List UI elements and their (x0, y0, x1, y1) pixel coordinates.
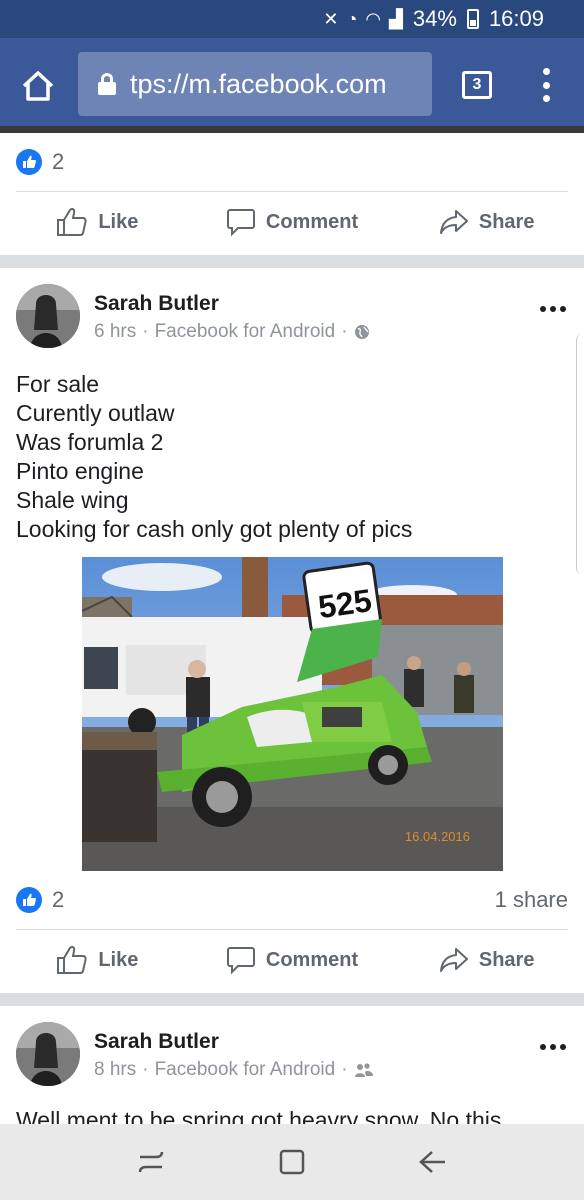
url-bar[interactable]: tps://m.facebook.com (78, 52, 432, 116)
menu-dot (542, 68, 550, 75)
comment-label: Comment (265, 210, 359, 233)
comment-button[interactable]: Comment (195, 930, 390, 990)
system-navigation-bar (0, 1124, 584, 1200)
like-label: Like (98, 948, 139, 971)
comment-icon (226, 209, 255, 237)
home-button[interactable] (18, 66, 58, 106)
share-icon (439, 948, 468, 972)
back-arrow-icon (419, 1151, 446, 1173)
like-label: Like (98, 210, 139, 233)
clock: 16:09 (488, 6, 544, 31)
share-count[interactable]: 1 share (495, 887, 568, 913)
avatar[interactable] (16, 284, 80, 348)
globe-icon (354, 325, 369, 339)
post-card: 2 Like Comment Share (0, 133, 584, 255)
car-number: 525 (316, 582, 374, 625)
home-nav-button[interactable] (272, 1142, 312, 1182)
like-count: 2 (52, 149, 65, 174)
more-dot (550, 306, 556, 312)
reaction-summary[interactable]: 2 (16, 887, 64, 913)
avatar[interactable] (16, 1022, 80, 1086)
share-label: Share (478, 210, 535, 233)
comment-button[interactable]: Comment (195, 192, 390, 252)
share-button[interactable]: Share (389, 192, 584, 252)
post-text: Well ment to be spring got heavry snow. … (16, 1107, 502, 1126)
post-author[interactable]: Sarah Butler (94, 292, 219, 316)
like-count: 2 (52, 887, 65, 912)
menu-dot (542, 81, 550, 89)
meta-separator: · (341, 1059, 348, 1080)
mute-icon: ✕ (323, 8, 339, 29)
like-reaction-icon (16, 887, 42, 913)
more-dot (550, 1044, 556, 1050)
post-options-button[interactable] (540, 1044, 566, 1050)
post-meta: 8 hrs · Facebook for Android · (94, 1059, 374, 1081)
post-time[interactable]: 6 hrs (94, 321, 136, 343)
previous-post-image-edge (0, 126, 584, 133)
alarm-icon: ◔ (346, 8, 358, 29)
wifi-icon: ◠ (365, 8, 382, 29)
post-source: Facebook for Android (154, 1059, 336, 1080)
meta-separator: · (142, 1059, 149, 1080)
home-square-icon (279, 1149, 305, 1175)
status-icons: ✕ ◔ ◠ ▟ (323, 9, 403, 30)
like-button[interactable]: Like (0, 192, 195, 252)
meta-separator: · (341, 321, 348, 342)
more-dot (560, 306, 566, 312)
back-button[interactable] (413, 1142, 453, 1182)
post-text: For sale Curently outlaw Was forumla 2 P… (16, 371, 413, 542)
meta-separator: · (142, 321, 149, 342)
status-bar: ✕ ◔ ◠ ▟ 34% 16:09 (0, 0, 584, 38)
share-icon (439, 210, 468, 234)
post-author[interactable]: Sarah Butler (94, 1030, 219, 1054)
post-source: Facebook for Android (154, 321, 336, 342)
post-card: Sarah Butler 6 hrs · Facebook for Androi… (0, 268, 584, 993)
recent-apps-icon (138, 1151, 163, 1173)
battery-percent: 34% (412, 6, 457, 31)
tab-switcher-button[interactable]: 3 (462, 71, 492, 99)
post-options-button[interactable] (540, 306, 566, 312)
browser-menu-button[interactable] (538, 68, 554, 102)
post-actions: Like Comment Share (0, 192, 584, 252)
lock-icon (98, 73, 116, 95)
battery-icon (466, 9, 479, 29)
browser-toolbar: tps://m.facebook.com 3 (0, 38, 584, 130)
recent-apps-button[interactable] (131, 1142, 171, 1182)
reaction-summary[interactable]: 2 (16, 149, 64, 175)
post-card: Sarah Butler 8 hrs · Facebook for Androi… (0, 1006, 584, 1126)
like-button[interactable]: Like (0, 930, 195, 990)
comment-icon (226, 947, 255, 975)
share-label: Share (478, 948, 535, 971)
post-actions: Like Comment Share (0, 930, 584, 990)
more-dot (560, 1044, 566, 1050)
thumbs-up-icon (57, 208, 87, 236)
menu-dot (542, 95, 550, 102)
url-text: tps://m.facebook.com (130, 68, 387, 99)
friends-icon (354, 1063, 373, 1077)
scrollbar[interactable] (576, 334, 584, 574)
like-reaction-icon (16, 149, 42, 175)
more-dot (540, 306, 546, 312)
post-meta: 6 hrs · Facebook for Android · (94, 321, 370, 343)
thumbs-up-icon (57, 946, 87, 974)
comment-label: Comment (265, 948, 359, 971)
post-photo[interactable]: 525 16.04.2016 (82, 557, 503, 871)
post-time[interactable]: 8 hrs (94, 1059, 136, 1081)
signal-icon: ▟ (389, 8, 403, 29)
more-dot (540, 1044, 546, 1050)
photo-date-stamp: 16.04.2016 (405, 829, 470, 844)
share-button[interactable]: Share (389, 930, 584, 990)
home-icon (22, 71, 54, 101)
